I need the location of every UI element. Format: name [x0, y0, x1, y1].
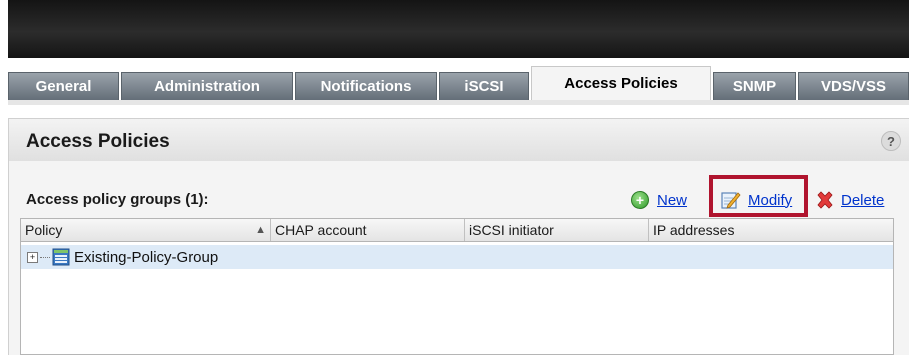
delete-link[interactable]: Delete	[841, 192, 884, 209]
tab-notifications[interactable]: Notifications	[295, 72, 437, 100]
policy-group-icon	[52, 248, 70, 266]
sort-ascending-icon: ▲	[255, 224, 266, 236]
access-policy-table: Policy ▲ CHAP account iSCSI initiator IP…	[20, 218, 894, 355]
top-banner	[8, 0, 909, 58]
tab-bar: General Administration Notifications iSC…	[8, 58, 909, 105]
tab-snmp[interactable]: SNMP	[713, 72, 796, 100]
tab-administration[interactable]: Administration	[121, 72, 293, 100]
add-icon: +	[631, 191, 649, 209]
new-action[interactable]: + New	[631, 187, 687, 213]
new-link[interactable]: New	[657, 192, 687, 209]
column-label: IP addresses	[653, 222, 735, 238]
tab-vds-vss[interactable]: VDS/VSS	[798, 72, 909, 100]
tree-connector	[40, 256, 50, 258]
policy-name: Existing-Policy-Group	[74, 248, 219, 266]
column-header-policy[interactable]: Policy ▲	[21, 219, 271, 241]
tab-general[interactable]: General	[8, 72, 119, 100]
column-label: Policy	[25, 222, 63, 238]
panel-title: Access Policies	[26, 131, 170, 152]
tab-access-policies[interactable]: Access Policies	[531, 66, 711, 100]
tab-iscsi[interactable]: iSCSI	[439, 72, 529, 100]
modify-highlight-box	[709, 175, 808, 217]
delete-icon	[815, 190, 835, 210]
expand-icon[interactable]: +	[27, 251, 38, 263]
column-label: CHAP account	[275, 222, 367, 238]
column-header-iscsi-initiator[interactable]: iSCSI initiator	[465, 219, 649, 241]
table-row[interactable]: + Existing-Policy-Group	[21, 245, 893, 269]
access-policy-groups-label: Access policy groups (1):	[26, 191, 209, 208]
column-header-chap-account[interactable]: CHAP account	[271, 219, 465, 241]
column-label: iSCSI initiator	[469, 222, 554, 238]
delete-action[interactable]: Delete	[815, 187, 884, 213]
column-header-ip-addresses[interactable]: IP addresses	[649, 219, 895, 241]
table-header: Policy ▲ CHAP account iSCSI initiator IP…	[21, 219, 893, 242]
help-icon[interactable]: ?	[881, 131, 901, 151]
tab-underline	[8, 100, 909, 105]
panel-header: Access Policies ?	[9, 119, 909, 161]
